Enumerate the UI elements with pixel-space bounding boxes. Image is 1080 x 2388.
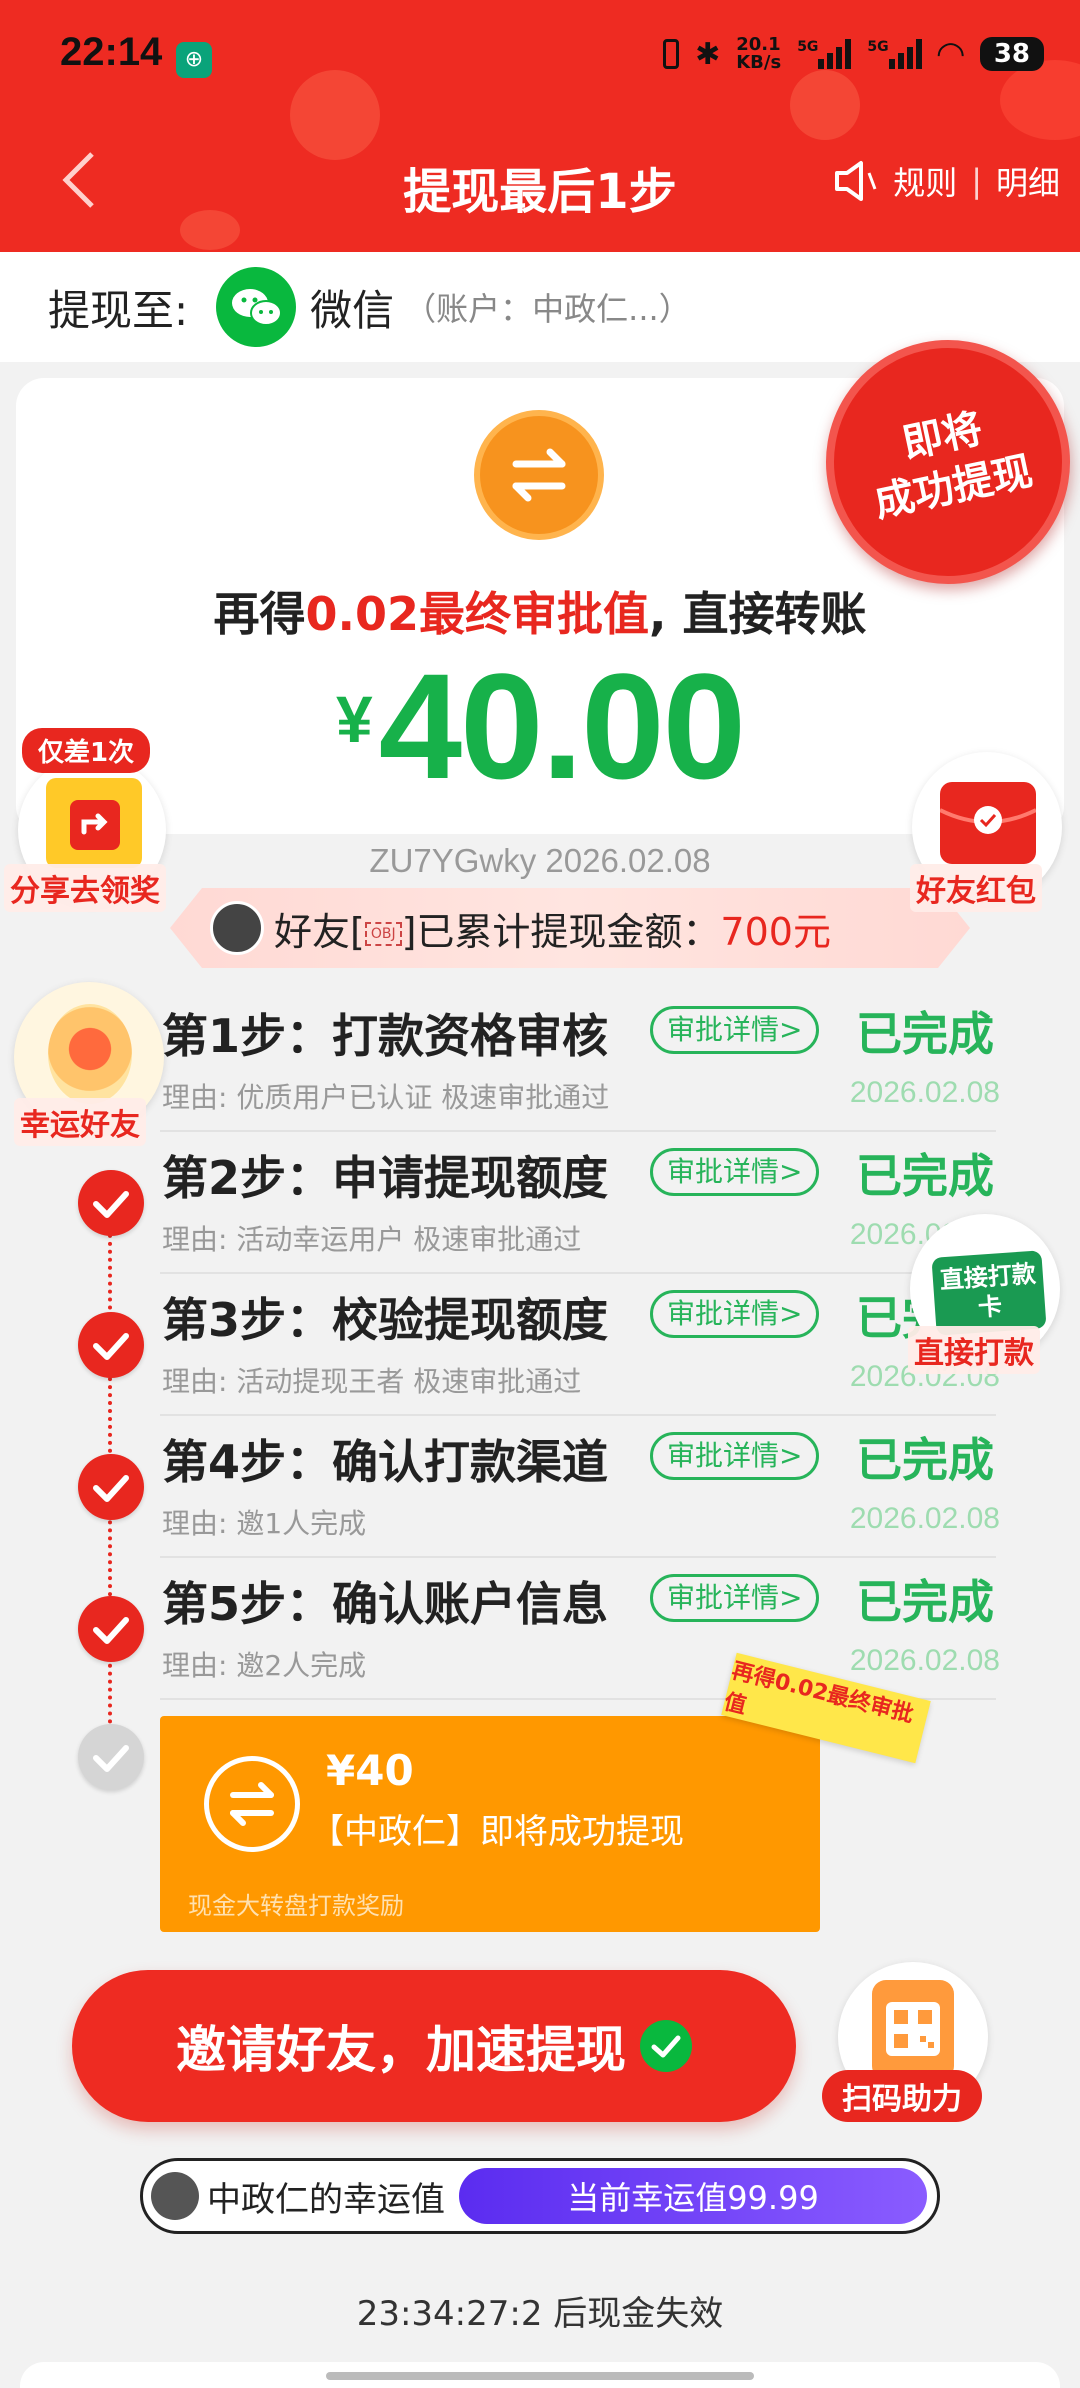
step-reason: 理由: 优质用户已认证 极速审批通过	[162, 1081, 610, 1114]
currency-symbol: ¥	[335, 682, 373, 756]
avatar	[210, 901, 264, 955]
wifi-icon: ◠	[937, 34, 964, 74]
withdraw-account: （账户：中政仁...）	[404, 290, 691, 328]
bank-app-icon: ⊕	[176, 42, 212, 78]
signal-5g-1: 5G	[797, 39, 852, 69]
step-date: 2026.02.08	[849, 1076, 1000, 1109]
lucky-friend-avatar-icon	[48, 1004, 132, 1104]
step-reason: 理由: 活动提现王者 极速审批通过	[162, 1365, 582, 1398]
luck-bar: 中政仁的幸运值 当前幸运值99.99	[140, 2158, 940, 2234]
step-status: 已完成	[856, 1433, 994, 1487]
withdraw-to-label: 提现至:	[48, 285, 189, 335]
countdown-text: 23:34:27:2 后现金失效	[356, 2294, 724, 2334]
friend-banner-text: 好友[OBJ]已累计提现金额：700元	[274, 901, 831, 956]
header: 22:14 ⊕ ✱ 20.1 KB/s 5G 5G ◠ 38 提现最后1步 规则…	[0, 0, 1080, 252]
step-reason: 理由: 邀1人完成	[162, 1507, 367, 1540]
final-subtext: 现金大转盘打款奖励	[188, 1892, 404, 1920]
signal-label: 5G	[867, 39, 889, 55]
share-gift-icon	[46, 778, 142, 868]
step-date: 2026.02.08	[849, 1644, 1000, 1677]
final-withdraw-card[interactable]: ¥40 【中政仁】即将成功提现 现金大转盘打款奖励	[160, 1716, 820, 1932]
check-icon	[78, 1170, 144, 1236]
withdraw-amount: ¥40.00	[16, 640, 1064, 813]
step-title: 第1步：打款资格审核	[162, 1009, 609, 1063]
status-icons: ✱ 20.1 KB/s 5G 5G ◠ 38	[663, 34, 1044, 74]
step-title: 第2步：申请提现额度	[162, 1151, 609, 1205]
check-icon	[78, 1312, 144, 1378]
status-bar: 22:14 ⊕ ✱ 20.1 KB/s 5G 5G ◠ 38	[0, 0, 1080, 110]
red-packet-icon	[939, 782, 1037, 864]
scan-help-label[interactable]: 扫码助力	[822, 2070, 982, 2122]
friend-redpack-label[interactable]: 好友红包	[910, 864, 1042, 912]
amount-value: 40.00	[378, 642, 746, 810]
wechat-icon	[216, 267, 297, 347]
approval-detail-button[interactable]: 审批详情>	[650, 1148, 820, 1196]
withdraw-method: 微信	[310, 285, 395, 335]
lucky-friend-label[interactable]: 幸运好友	[14, 1098, 146, 1146]
invite-friends-button[interactable]: 邀请好友，加速提现	[72, 1970, 796, 2122]
lucky-friend-widget[interactable]	[14, 982, 164, 1132]
step-row: 第4步：确认打款渠道 审批详情> 已完成 理由: 邀1人完成 2026.02.0…	[0, 1416, 1080, 1558]
signal-5g-2: 5G	[867, 39, 922, 69]
friend-amount: 700元	[720, 909, 831, 954]
direct-pay-label[interactable]: 直接打款	[908, 1326, 1040, 1374]
check-icon	[78, 1454, 144, 1520]
step-reason: 理由: 活动幸运用户 极速审批通过	[162, 1223, 582, 1256]
details-link[interactable]: 明细	[996, 158, 1060, 204]
share-reward-label[interactable]: 分享去领奖	[4, 864, 166, 912]
invite-label: 邀请好友，加速提现	[176, 2021, 626, 2079]
luck-owner: 中政仁的幸运值	[207, 2179, 445, 2220]
step-title: 第3步：校验提现额度	[162, 1293, 609, 1347]
signal-icon	[818, 39, 852, 69]
share-badge: 仅差1次	[22, 728, 151, 773]
check-icon	[78, 1596, 144, 1662]
approval-detail-button[interactable]: 审批详情>	[650, 1432, 820, 1480]
step-status: 已完成	[856, 1575, 994, 1629]
rules-link[interactable]: 规则	[893, 158, 957, 204]
step-reason: 理由: 邀2人完成	[162, 1649, 367, 1682]
check-icon	[78, 1724, 144, 1790]
step-row: 第5步：确认账户信息 审批详情> 已完成 理由: 邀2人完成 2026.02.0…	[0, 1558, 1080, 1700]
net-speed: 20.1 KB/s	[736, 36, 781, 72]
vibrate-icon	[663, 39, 680, 69]
avatar	[151, 2172, 199, 2220]
headline-text: 再得	[213, 587, 306, 641]
wechat-icon	[640, 2020, 692, 2072]
battery-indicator: 38	[979, 37, 1044, 71]
final-amount: ¥40	[326, 1746, 414, 1795]
swap-icon	[474, 410, 604, 540]
luck-value-pill: 当前幸运值99.99	[459, 2168, 927, 2224]
approval-detail-button[interactable]: 审批详情>	[650, 1574, 820, 1622]
approval-detail-button[interactable]: 审批详情>	[650, 1006, 820, 1054]
friend-text-before: 好友[	[274, 909, 365, 954]
net-speed-unit: KB/s	[736, 52, 782, 73]
headline-highlight: 0.02最终审批值	[305, 587, 650, 641]
signal-label: 5G	[797, 39, 819, 55]
qr-code-icon	[872, 1980, 954, 2080]
direct-pay-card-icon: 直接打款卡	[931, 1250, 1047, 1336]
home-indicator[interactable]	[326, 2372, 754, 2380]
bluetooth-icon: ✱	[695, 36, 721, 72]
friend-obj-placeholder: OBJ	[364, 922, 402, 946]
step-status: 已完成	[856, 1149, 994, 1203]
signal-icon	[888, 39, 922, 69]
step-date: 2026.02.08	[849, 1502, 1000, 1535]
headline: 再得0.02最终审批值, 直接转账	[16, 578, 1064, 644]
status-time: 22:14	[60, 30, 163, 74]
speaker-icon[interactable]	[833, 159, 879, 203]
friend-banner: 好友[OBJ]已累计提现金额：700元	[170, 888, 970, 968]
step-title: 第4步：确认打款渠道	[162, 1435, 609, 1489]
nav-separator: |	[971, 162, 982, 200]
headline-text: , 直接转账	[649, 587, 867, 641]
final-text: 【中政仁】即将成功提现	[310, 1812, 684, 1852]
swap-icon	[204, 1756, 300, 1852]
nav-actions: 规则 | 明细	[833, 158, 1060, 204]
friend-text-after: ]已累计提现金额：	[401, 909, 721, 954]
step-status: 已完成	[856, 1007, 994, 1061]
approval-detail-button[interactable]: 审批详情>	[650, 1290, 820, 1338]
step-title: 第5步：确认账户信息	[162, 1577, 609, 1631]
